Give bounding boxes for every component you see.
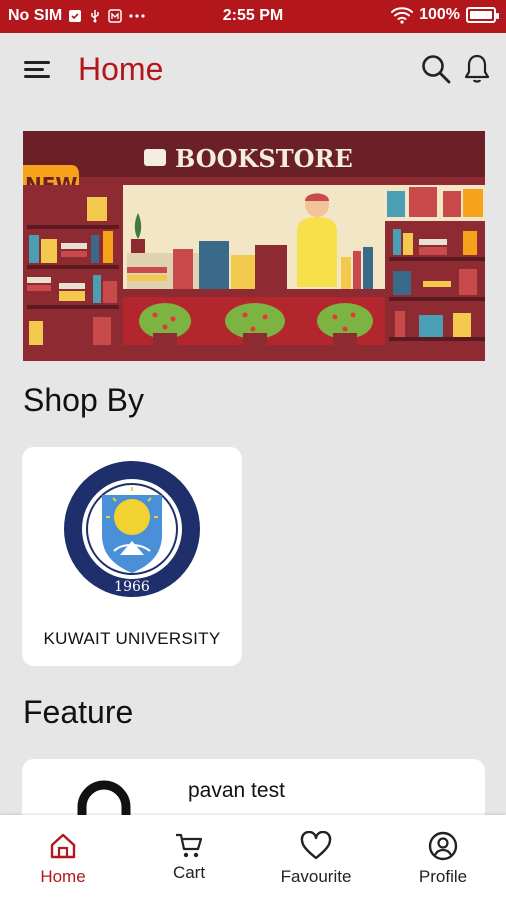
bottom-nav: Home Cart Favourite Profile — [0, 815, 506, 900]
kuwait-university-logo: 1966 — [64, 461, 200, 597]
menu-icon[interactable] — [24, 59, 52, 81]
nav-cart[interactable]: Cart — [126, 815, 252, 900]
app-bar: Home — [0, 33, 506, 111]
shop-by-card-kuwait-university[interactable]: 1966 KUWAIT UNIVERSITY — [22, 447, 242, 666]
wifi-icon — [391, 7, 414, 24]
nav-favourite-label: Favourite — [280, 867, 352, 886]
logo-year: 1966 — [114, 579, 150, 595]
feature-item-title: pavan test — [188, 779, 285, 802]
status-right: 100% — [391, 6, 499, 24]
nav-profile-label: Profile — [418, 867, 468, 886]
battery-icon — [466, 7, 499, 23]
search-icon[interactable] — [420, 53, 452, 85]
bookstore-illustration: BOOKSTORE NEW — [23, 131, 485, 361]
feature-title: Feature — [23, 694, 134, 730]
bookstore-banner[interactable]: BOOKSTORE NEW — [23, 131, 485, 361]
profile-icon — [428, 831, 458, 861]
home-icon — [50, 833, 76, 859]
nav-home[interactable]: Home — [0, 815, 126, 900]
shop-by-title: Shop By — [23, 382, 144, 418]
card-label: KUWAIT UNIVERSITY — [43, 629, 221, 648]
bell-icon[interactable] — [462, 53, 492, 85]
heart-icon — [300, 831, 332, 860]
nav-home-label: Home — [40, 867, 86, 886]
battery-text: 100% — [419, 6, 460, 23]
page-title: Home — [78, 51, 164, 87]
cart-icon — [176, 833, 203, 858]
nav-profile[interactable]: Profile — [380, 815, 506, 900]
banner-heading: BOOKSTORE — [175, 144, 353, 173]
status-bar: No SIM 2:55 PM 100% — [0, 0, 506, 33]
nav-favourite[interactable]: Favourite — [253, 815, 379, 900]
nav-cart-label: Cart — [172, 863, 206, 882]
